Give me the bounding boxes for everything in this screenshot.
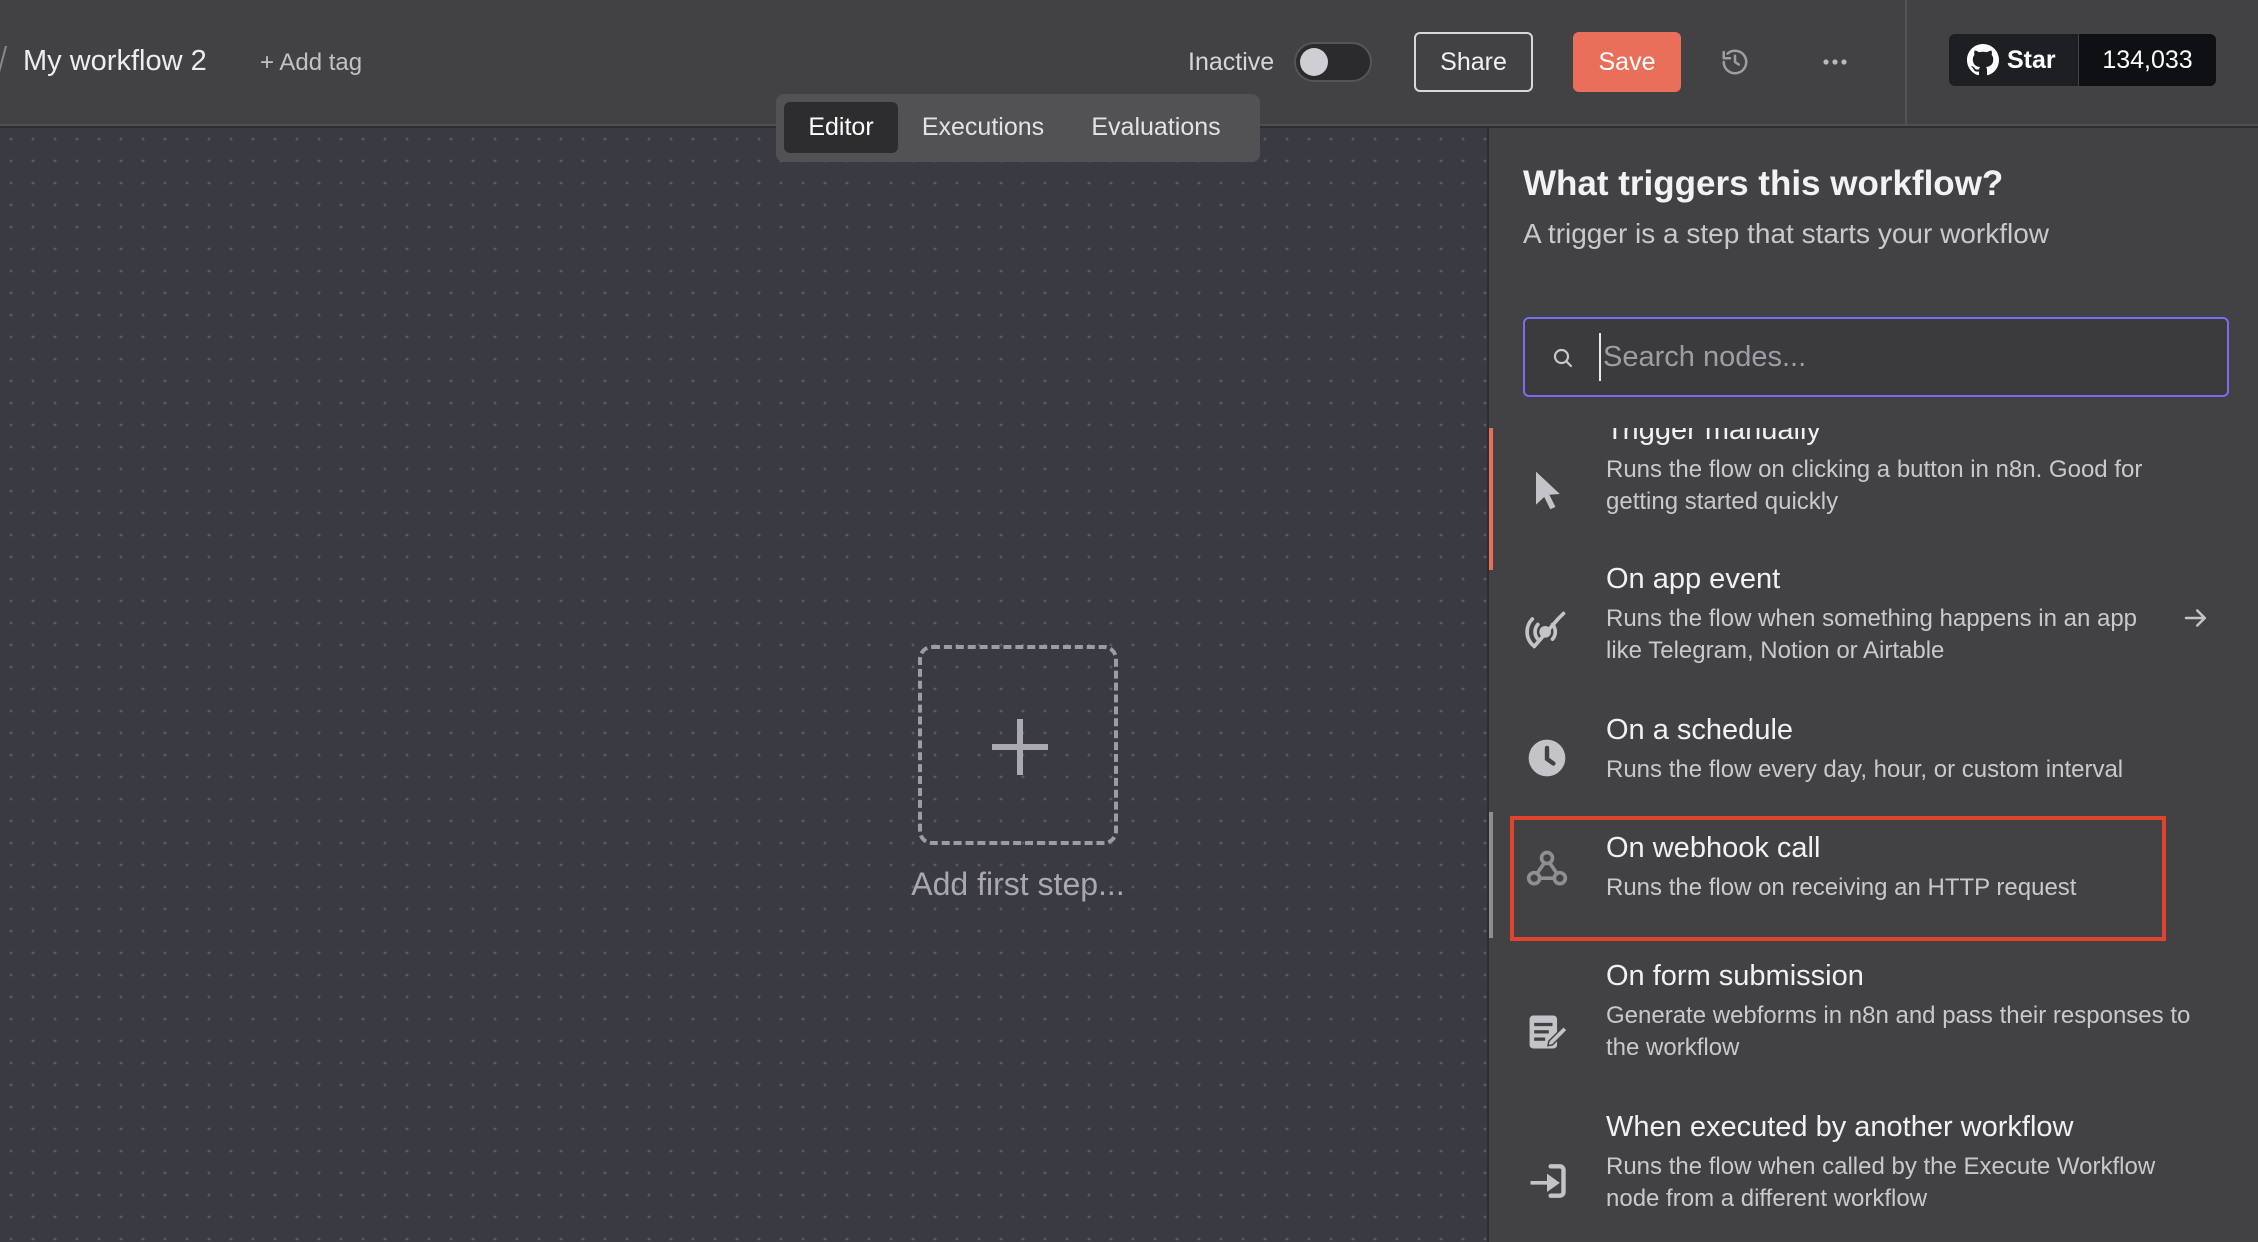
- list-item-trigger-manually[interactable]: Trigger manually Runs the flow on clicki…: [1489, 428, 2258, 570]
- arrow-right-icon: [2184, 609, 2206, 627]
- header-divider: [1905, 0, 1907, 126]
- search-input[interactable]: [1599, 333, 2209, 381]
- panel-title: What triggers this workflow?: [1523, 164, 2004, 203]
- tab-evaluations[interactable]: Evaluations: [1066, 102, 1246, 153]
- selection-accent: [1489, 428, 1493, 570]
- add-first-step-label[interactable]: Add first step...: [868, 866, 1168, 903]
- webhook-icon: [1526, 850, 1568, 886]
- github-icon: [1967, 44, 1999, 76]
- node-title: On app event: [1606, 563, 1781, 595]
- node-description: Runs the flow when called by the Execute…: [1606, 1153, 2156, 1212]
- add-first-step-button[interactable]: [918, 645, 1118, 845]
- node-title: On webhook call: [1606, 832, 1821, 864]
- sign-in-icon: [1530, 1164, 1566, 1198]
- toggle-knob: [1300, 48, 1328, 76]
- cursor-icon: [1536, 471, 1560, 510]
- workflow-name[interactable]: My workflow 2: [23, 45, 207, 78]
- view-tabs: Editor Executions Evaluations: [776, 94, 1260, 162]
- list-item-executed-by-workflow[interactable]: When executed by another workflow Runs t…: [1489, 1111, 2258, 1242]
- trigger-list: Trigger manually Runs the flow on clicki…: [1489, 428, 2258, 1242]
- node-description: Runs the flow when something happens in …: [1606, 605, 2138, 664]
- workflow-canvas[interactable]: [0, 128, 1487, 1242]
- node-title: On form submission: [1606, 960, 1864, 992]
- search-box: [1523, 317, 2229, 397]
- trigger-panel: What triggers this workflow? A trigger i…: [1487, 128, 2258, 1242]
- node-description: Runs the flow every day, hour, or custom…: [1606, 756, 2124, 783]
- breadcrumb-separator: [0, 44, 4, 78]
- github-star-label: Star: [2007, 45, 2056, 74]
- clock-icon: [1528, 739, 1566, 777]
- node-description: Runs the flow on receiving an HTTP reque…: [1606, 874, 2077, 901]
- node-description: Generate webforms in n8n and pass their …: [1606, 1002, 2191, 1061]
- form-icon: [1529, 1015, 1569, 1049]
- app-event-icon: [1525, 611, 1566, 649]
- list-item-schedule[interactable]: On a schedule Runs the flow every day, h…: [1489, 714, 2258, 824]
- more-horizontal-icon[interactable]: [1818, 47, 1852, 77]
- share-button[interactable]: Share: [1414, 32, 1533, 92]
- node-title: Trigger manually: [1606, 428, 1821, 446]
- tab-executions[interactable]: Executions: [908, 102, 1058, 153]
- app-root: My workflow 2 + Add tag Inactive Share S…: [0, 0, 2258, 1242]
- history-icon[interactable]: [1720, 47, 1750, 77]
- active-toggle[interactable]: [1294, 42, 1372, 82]
- github-star-button[interactable]: Star: [1949, 34, 2078, 86]
- github-star-count[interactable]: 134,033: [2079, 34, 2216, 86]
- search-icon: [1553, 348, 1573, 368]
- list-item-app-event[interactable]: On app event Runs the flow when somethin…: [1489, 563, 2258, 703]
- node-description: Runs the flow on clicking a button in n8…: [1606, 456, 2143, 515]
- tab-editor[interactable]: Editor: [784, 102, 898, 153]
- panel-subtitle: A trigger is a step that starts your wor…: [1523, 218, 2049, 249]
- save-button[interactable]: Save: [1573, 32, 1681, 92]
- add-tag-button[interactable]: + Add tag: [260, 49, 362, 77]
- node-title: On a schedule: [1606, 714, 1794, 746]
- list-item-form-submission[interactable]: On form submission Generate webforms in …: [1489, 960, 2258, 1100]
- hover-accent: [1489, 812, 1493, 938]
- list-item-webhook[interactable]: On webhook call Runs the flow on receivi…: [1489, 812, 2258, 938]
- status-label: Inactive: [1188, 48, 1275, 76]
- plus-icon: [992, 719, 1048, 775]
- node-title: When executed by another workflow: [1606, 1111, 2074, 1143]
